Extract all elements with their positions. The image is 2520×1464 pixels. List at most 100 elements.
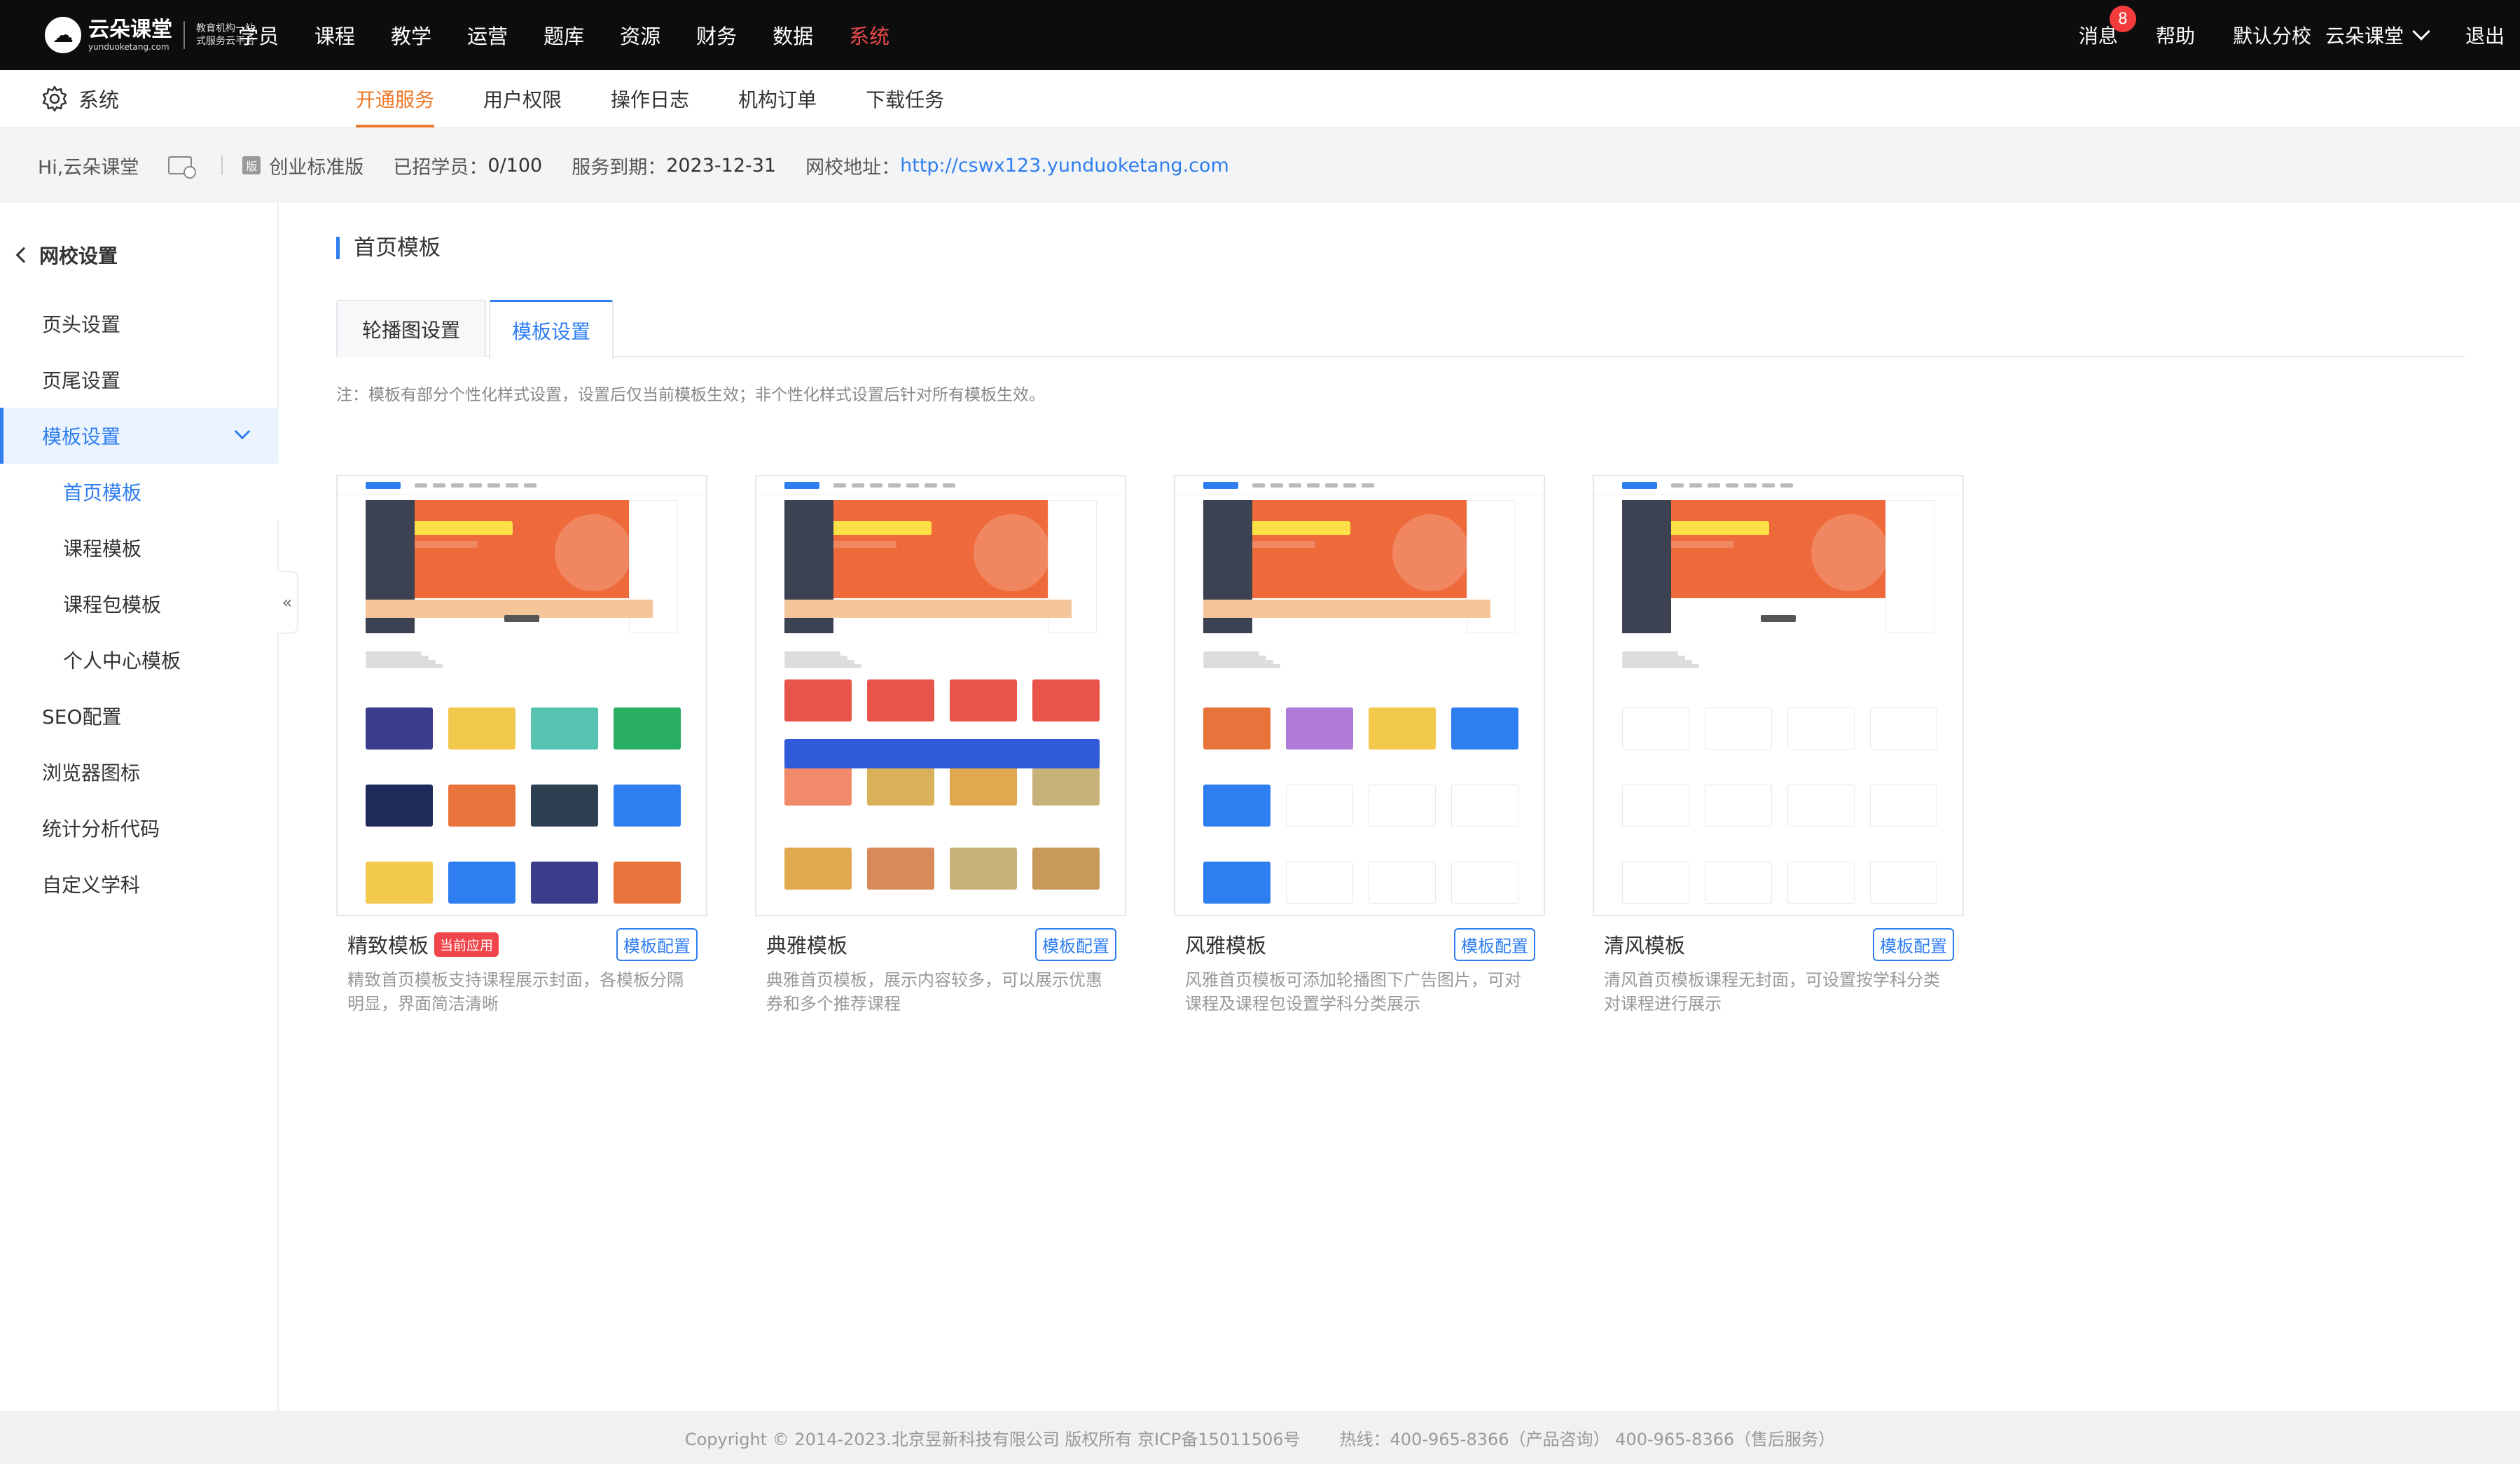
topnav-item[interactable]: 学员 [238, 20, 279, 50]
preview-course-tile [531, 707, 598, 750]
footer-hotline: 热线：400-965-8366（产品咨询） 400-965-8366（售后服务） [1339, 1429, 1836, 1449]
school-url-link[interactable]: http://cswx123.yunduoketang.com [900, 155, 1229, 177]
preview-header [338, 476, 706, 495]
sidebar-item-label: SEO配置 [42, 705, 122, 728]
sidebar-item[interactable]: 统计分析代码 [0, 800, 279, 856]
sidebar-item[interactable]: 个人中心模板 [0, 632, 279, 688]
sidebar-item[interactable]: SEO配置 [0, 688, 279, 744]
logout-link[interactable]: 退出 [2465, 21, 2505, 49]
school-dropdown[interactable]: 云朵课堂 [2325, 21, 2430, 49]
topnav-item[interactable]: 课程 [314, 20, 355, 50]
expire-label: 服务到期： [572, 156, 667, 179]
messages-link[interactable]: 消息 8 [2079, 6, 2136, 49]
preview-course-row [1622, 785, 1937, 827]
template-config-button[interactable]: 模板配置 [1873, 927, 1954, 961]
preview-course-tile [448, 785, 515, 827]
top-navbar: ☁ 云朵课堂 yunduoketang.com 教育机构一站式服务云平台 学员 课… [0, 0, 2520, 70]
preview-nav-bar [906, 483, 919, 488]
back-to-school-settings[interactable]: 网校设置 [15, 241, 118, 269]
preview-ad-strip [1203, 600, 1490, 618]
preview-course-tile [531, 862, 598, 904]
preview-course-tile [1705, 707, 1772, 750]
sidebar-item[interactable]: 浏览器图标 [0, 744, 279, 800]
preview-nav-bar [1744, 483, 1757, 488]
preview-course-tile [1369, 707, 1436, 750]
preview-course-row [366, 707, 681, 750]
sidebar-item[interactable]: 课程包模板 [0, 576, 279, 632]
page-title: 首页模板 [336, 237, 441, 259]
topnav-item[interactable]: 资源 [620, 20, 660, 50]
template-name: 典雅模板 [766, 930, 847, 959]
preview-course-tile [1369, 785, 1436, 827]
topnav-item[interactable]: 题库 [544, 20, 584, 50]
sidebar-item[interactable]: 模板设置 [0, 408, 279, 464]
preview-course-tile [867, 679, 934, 721]
template-thumbnail[interactable] [1593, 475, 1964, 916]
topnav-item[interactable]: 教学 [391, 20, 431, 50]
branch-switch[interactable]: 默认分校 [2233, 21, 2311, 49]
preview-nav-bar [1362, 483, 1374, 488]
preview-nav-bar [1780, 483, 1793, 488]
current-applied-badge: 当前应用 [434, 932, 499, 957]
template-thumbnail[interactable] [755, 475, 1126, 916]
subnav-tabs: 开通服务 用户权限 操作日志 机构订单 下载任务 [356, 70, 993, 127]
template-thumbnail[interactable] [1174, 475, 1545, 916]
content-tab[interactable]: 模板设置 [489, 300, 614, 359]
expire-value: 2023-12-31 [666, 154, 777, 177]
preview-nav-bar [1271, 483, 1283, 488]
sidebar-item[interactable]: 课程模板 [0, 520, 279, 576]
subnav-tab[interactable]: 用户权限 [483, 70, 562, 127]
id-card-icon[interactable] [168, 156, 197, 179]
sidebar-item[interactable]: 自定义学科 [0, 856, 279, 912]
preview-text-line [1203, 664, 1280, 668]
topnav-item[interactable]: 系统 [849, 20, 889, 50]
sidebar-item-label: 页尾设置 [42, 369, 121, 392]
content-tab[interactable]: 轮播图设置 [336, 300, 486, 357]
sidebar-item[interactable]: 页头设置 [0, 296, 279, 352]
topnav-item[interactable]: 数据 [773, 20, 813, 50]
preview-course-tile [1622, 707, 1689, 750]
preview-promo-banner [784, 739, 1100, 768]
topnav-item[interactable]: 财务 [696, 20, 737, 50]
topnav-item[interactable]: 运营 [467, 20, 508, 50]
template-note: 注：模板有部分个性化样式设置，设置后仅当前模板生效；非个性化样式设置后针对所有模… [336, 386, 1045, 404]
preview-course-tile [1451, 707, 1518, 750]
preview-banner-figure [1392, 514, 1469, 591]
preview-nav-bar [451, 483, 464, 488]
template-config-button[interactable]: 模板配置 [1035, 927, 1116, 961]
preview-text-line [366, 664, 443, 668]
template-description: 清风首页模板课程无封面，可设置按学科分类对课程进行展示 [1604, 970, 1940, 1014]
preview-course-tile [1032, 679, 1100, 721]
logo-sub-text: yunduoketang.com [88, 42, 169, 52]
preview-category-menu [1622, 500, 1671, 633]
preview-banner-figure [1811, 514, 1888, 591]
chevron-down-icon [2412, 22, 2430, 41]
logo[interactable]: ☁ 云朵课堂 yunduoketang.com 教育机构一站式服务云平台 [45, 13, 261, 57]
help-link[interactable]: 帮助 [2156, 21, 2195, 49]
template-name: 风雅模板 [1185, 930, 1266, 959]
subnav-tab[interactable]: 操作日志 [611, 70, 689, 127]
template-card-footer: 典雅模板 模板配置 [755, 927, 1126, 961]
sidebar-item[interactable]: 页尾设置 [0, 352, 279, 408]
system-subnav: 系统 开通服务 用户权限 操作日志 机构订单 下载任务 [0, 70, 2520, 127]
template-thumbnail[interactable] [336, 475, 707, 916]
template-name-label: 精致模板 [347, 934, 429, 958]
edition-label: 创业标准版 [269, 156, 364, 179]
preview-nav-bar [524, 483, 536, 488]
chevron-down-icon [234, 423, 251, 440]
main-content: 首页模板 轮播图设置 模板设置 注：模板有部分个性化样式设置，设置后仅当前模板生效… [280, 203, 2520, 1411]
subnav-tab[interactable]: 下载任务 [866, 70, 944, 127]
preview-course-tile [1787, 785, 1855, 827]
template-config-button[interactable]: 模板配置 [616, 927, 698, 961]
preview-course-tile [1870, 785, 1937, 827]
template-description: 风雅首页模板可添加轮播图下广告图片，可对课程及课程包设置学科分类展示 [1185, 970, 1521, 1014]
preview-course-tile [366, 707, 433, 750]
template-config-button[interactable]: 模板配置 [1454, 927, 1535, 961]
sidebar-item[interactable]: 首页模板 [0, 464, 279, 520]
subnav-tab[interactable]: 开通服务 [356, 70, 435, 127]
preview-course-tile [784, 679, 852, 721]
subnav-tab[interactable]: 机构订单 [738, 70, 817, 127]
preview-course-tile [950, 848, 1017, 890]
footer-copyright: Copyright © 2014-2023.北京昱新科技有限公司 版权所有 京I… [684, 1429, 1301, 1449]
preview-section-heading [504, 615, 539, 622]
